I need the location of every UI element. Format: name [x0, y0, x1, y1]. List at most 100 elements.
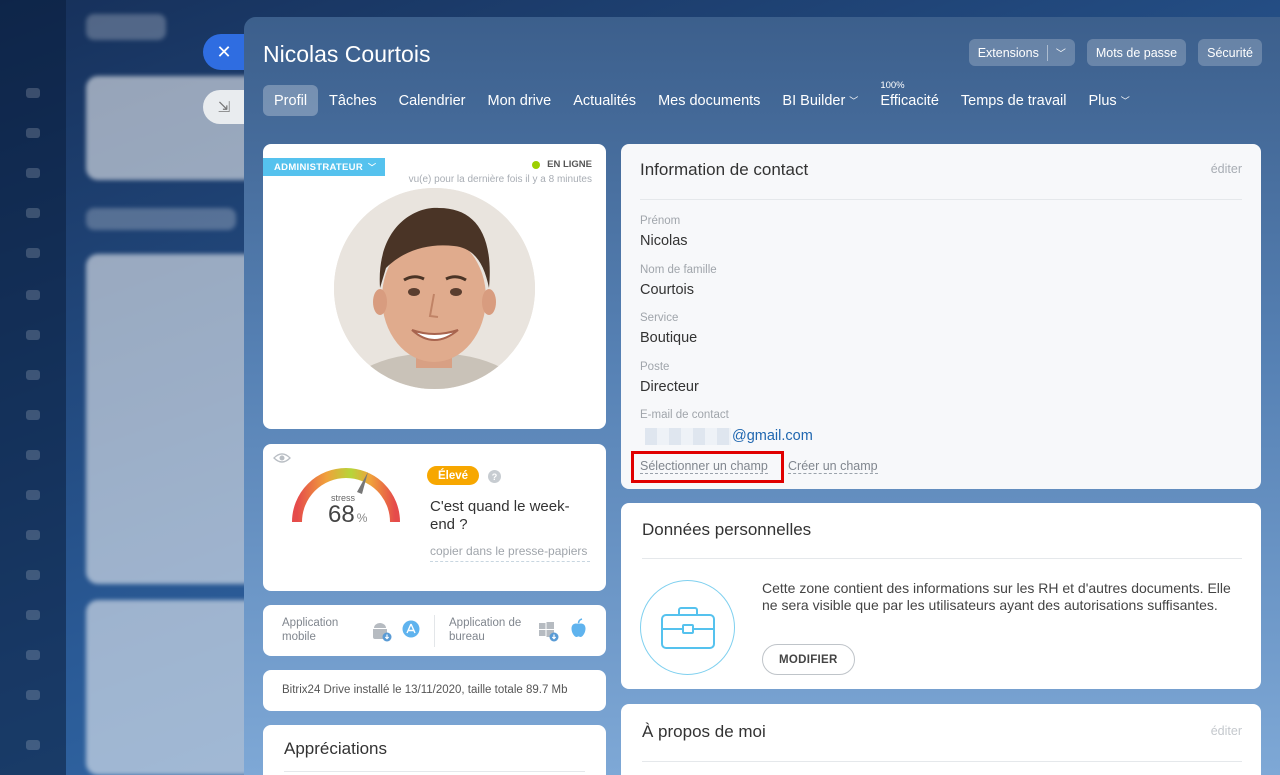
divider	[284, 771, 585, 772]
first-name-value: Nicolas	[640, 233, 688, 249]
divider	[640, 199, 1242, 200]
background-header-pill	[86, 14, 166, 40]
drive-info-card: Bitrix24 Drive installé le 13/11/2020, t…	[263, 670, 606, 711]
android-icon[interactable]	[370, 620, 392, 642]
apple-icon[interactable]	[570, 618, 587, 638]
tab-calendrier[interactable]: Calendrier	[388, 85, 477, 116]
email-value-link[interactable]: @gmail.com	[732, 428, 813, 444]
stress-question: C'est quand le week-end ?	[430, 498, 570, 533]
chevron-down-icon: ﹀	[849, 96, 859, 106]
tab-mon-drive[interactable]: Mon drive	[477, 85, 563, 116]
briefcase-circle	[640, 580, 735, 675]
about-edit-link[interactable]: éditer	[1211, 724, 1242, 738]
divider	[434, 615, 435, 647]
personal-data-card: Données personnelles Cette zone contient…	[621, 503, 1261, 689]
help-icon[interactable]: ?	[488, 470, 501, 483]
last-name-value: Courtois	[640, 282, 694, 298]
tab-label: Tâches	[329, 92, 377, 109]
about-me-title: À propos de moi	[642, 722, 766, 741]
last-name-label: Nom de famille	[640, 264, 717, 276]
apps-card: Application mobile Application de bureau	[263, 605, 606, 656]
first-name-label: Prénom	[640, 215, 681, 227]
position-label: Poste	[640, 361, 670, 373]
chevron-down-icon[interactable]: ﹀	[1056, 45, 1066, 60]
minimize-slider-button[interactable]: ⇲	[203, 90, 245, 124]
department-label: Service	[640, 312, 679, 324]
passwords-button[interactable]: Mots de passe	[1086, 39, 1187, 66]
department-value: Boutique	[640, 330, 698, 346]
stress-value: 68%	[328, 501, 367, 529]
windows-icon[interactable]	[537, 620, 559, 642]
profile-slider-panel: Nicolas Courtois Extensions ﹀ Mots de pa…	[244, 17, 1280, 775]
avatar[interactable]	[334, 188, 535, 389]
tab-plus[interactable]: Plus ﹀	[1077, 85, 1140, 116]
background-heading	[86, 208, 236, 230]
appreciations-title: Appréciations	[284, 739, 388, 758]
efficiency-percent: 100%	[880, 80, 905, 91]
highlight-box	[631, 451, 784, 483]
security-button[interactable]: Sécurité	[1198, 39, 1262, 66]
contact-edit-link[interactable]: éditer	[1211, 162, 1242, 176]
background-left-menu	[0, 0, 66, 775]
close-icon: ✕	[216, 41, 232, 62]
background-feed-card	[86, 254, 256, 584]
divider	[642, 558, 1242, 559]
personal-data-title: Données personnelles	[642, 520, 812, 539]
tab-temps-de-travail[interactable]: Temps de travail	[950, 85, 1078, 116]
mobile-app-label[interactable]: Application mobile	[282, 616, 362, 644]
email-redacted-mask	[645, 428, 731, 445]
stress-level-badge: Élevé	[427, 466, 480, 485]
last-seen-text: vu(e) pour la dernière fois il y a 8 min…	[408, 174, 592, 185]
stress-card: stress 68% Élevé ? C'est quand le week-e…	[263, 444, 606, 591]
tab-taches[interactable]: Tâches	[318, 85, 388, 116]
role-badge-label: ADMINISTRATEUR	[274, 161, 363, 173]
stress-unit: %	[356, 511, 368, 525]
chevron-down-icon: ﹀	[1120, 96, 1130, 106]
appreciations-card: Appréciations	[263, 725, 606, 775]
drive-info-text: Bitrix24 Drive installé le 13/11/2020, t…	[282, 684, 568, 696]
extensions-label: Extensions	[977, 45, 1039, 60]
online-status-label: EN LIGNE	[547, 159, 592, 170]
stress-number: 68	[328, 501, 355, 528]
tab-profil[interactable]: Profil	[263, 85, 319, 116]
tab-label: Mon drive	[487, 92, 552, 109]
tab-label: Calendrier	[398, 92, 466, 109]
email-label: E-mail de contact	[640, 409, 729, 421]
personal-data-description: Cette zone contient des informations sur…	[762, 580, 1231, 613]
tab-label: Actualités	[573, 92, 637, 109]
tab-label: Profil	[274, 92, 308, 109]
create-field-link[interactable]: Créer un champ	[788, 459, 878, 474]
profile-tabs: Profil Tâches Calendrier Mon drive Actua…	[263, 80, 1141, 116]
tab-actualites[interactable]: Actualités	[562, 85, 647, 116]
extensions-button[interactable]: Extensions ﹀	[968, 39, 1075, 66]
tab-label: Efficacité	[880, 92, 939, 109]
role-badge[interactable]: ADMINISTRATEUR ﹀	[263, 158, 386, 176]
app-store-icon[interactable]	[402, 620, 420, 638]
tab-mes-documents[interactable]: Mes documents	[647, 85, 771, 116]
briefcase-icon	[660, 606, 715, 649]
minimize-icon: ⇲	[217, 99, 231, 116]
page-title: Nicolas Courtois	[263, 41, 431, 67]
profile-photo-card: ADMINISTRATEUR ﹀ EN LIGNE vu(e) pour la …	[263, 144, 606, 429]
avatar-portrait-icon	[334, 188, 535, 389]
divider	[1046, 44, 1048, 61]
tab-bi-builder[interactable]: BI Builder ﹀	[771, 85, 869, 116]
tab-efficacite[interactable]: 100% Efficacité	[869, 80, 950, 116]
contact-info-card: Information de contact éditer Prénom Nic…	[621, 144, 1261, 489]
about-me-card: À propos de moi éditer	[621, 704, 1261, 775]
desktop-app-label[interactable]: Application de bureau	[449, 616, 529, 644]
position-value: Directeur	[640, 379, 699, 395]
copy-to-clipboard-link[interactable]: copier dans le presse-papiers	[430, 542, 590, 562]
background-feed-card	[86, 600, 256, 775]
divider	[642, 761, 1242, 762]
modify-button[interactable]: MODIFIER	[762, 644, 855, 675]
chevron-down-icon: ﹀	[368, 162, 377, 172]
contact-info-title: Information de contact	[640, 160, 809, 179]
tab-label: Mes documents	[658, 92, 761, 109]
tab-label: Plus	[1088, 92, 1117, 109]
close-slider-button[interactable]: ✕	[203, 34, 245, 70]
online-status: EN LIGNE	[532, 159, 592, 170]
top-actions: Extensions ﹀ Mots de passe Sécurité	[968, 39, 1262, 66]
online-dot-icon	[532, 160, 541, 169]
tab-label: Temps de travail	[960, 92, 1067, 109]
